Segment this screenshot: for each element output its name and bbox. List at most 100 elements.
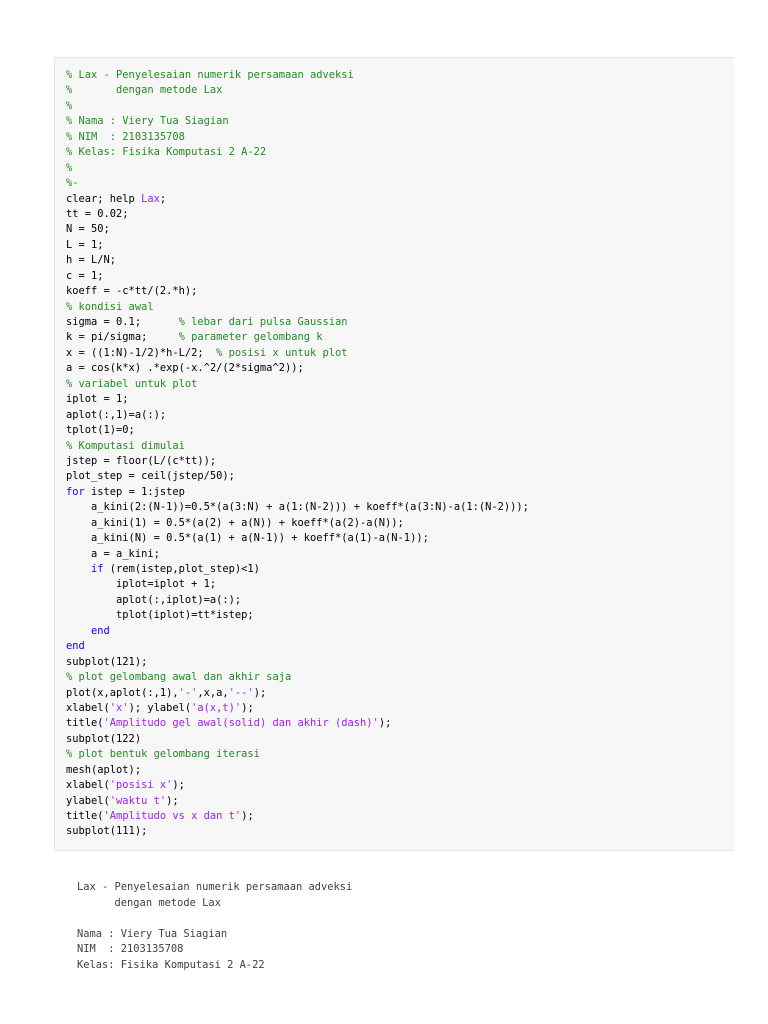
code-token-plain: subplot(122) [66,732,142,745]
code-token-string: 'Amplitudo vs x dan t' [103,810,242,822]
code-token-comment: % Lax - Penyelesaian numerik persamaan a… [66,69,354,81]
output-line: NIM : 2103135708 [77,943,184,955]
code-token-plain: subplot(121); [66,655,148,668]
code-line: tplot(1)=0; [66,423,734,438]
code-token-comment: % NIM : 2103135708 [66,130,185,143]
code-token-plain: koeff = -c*tt/(2.*h); [66,285,198,298]
code-line: a_kini(2:(N-1))=0.5*(a(3:N) + a(1:(N-2))… [66,500,734,515]
code-line: end [66,624,734,639]
code-token-comment: % Kelas: Fisika Komputasi 2 A-22 [66,146,267,159]
code-token-comment: % dengan metode Lax [66,84,223,97]
code-token-plain: title( [66,717,104,730]
code-line: iplot=iplot + 1; [66,577,734,592]
code-line: x = ((1:N)-1/2)*h-L/2; % posisi x untuk … [66,346,734,361]
code-line: % variabel untuk plot [66,377,734,392]
code-line: a_kini(1) = 0.5*(a(2) + a(N)) + koeff*(a… [66,516,734,531]
code-token-comment: % [66,99,73,112]
code-token-plain: ); [241,701,254,714]
code-token-comment: % variabel untuk plot [66,377,198,390]
output-line: Kelas: Fisika Komputasi 2 A-22 [77,958,265,971]
code-line: subplot(121); [66,655,734,670]
output-line: Lax - Penyelesaian numerik persamaan adv… [77,881,353,893]
code-line: % Komputasi dimulai [66,439,734,454]
code-line: ylabel('waktu t'); [66,794,734,809]
code-token-comment: % Komputasi dimulai [66,439,185,452]
code-line: plot_step = ceil(jstep/50); [66,469,734,484]
code-line: sigma = 0.1; % lebar dari pulsa Gaussian [66,315,734,330]
code-token-comment: % kondisi awal [66,300,154,313]
code-line: tplot(iplot)=tt*istep; [66,608,734,623]
code-token-plain: subplot(111); [66,825,148,838]
code-token-plain: clear; help [66,192,142,205]
code-token-plain: tt = 0.02; [66,207,129,220]
code-line: % dengan metode Lax [66,83,734,98]
code-token-plain: iplot = 1; [66,393,129,406]
code-line: % [66,161,734,176]
code-line: N = 50; [66,222,734,237]
code-token-plain: a_kini(N) = 0.5*(a(1) + a(N-1)) + koeff*… [66,532,429,545]
code-line: aplot(:,iplot)=a(:); [66,593,734,608]
code-token-plain: jstep = floor(L/(c*tt)); [66,454,217,467]
code-token-comment: % plot gelombang awal dan akhir saja [66,671,292,684]
code-token-plain: ,x,a, [197,686,229,699]
code-token-plain: N = 50; [66,223,110,236]
code-token-comment: % lebar dari pulsa Gaussian [178,316,348,328]
code-token-comment: % Nama : Viery Tua Siagian [66,115,229,128]
code-line: mesh(aplot); [66,763,734,778]
code-line: plot(x,aplot(:,1),'-',x,a,'--'); [66,686,734,701]
code-token-plain: tplot(iplot)=tt*istep; [66,609,254,622]
code-token-string: 'Amplitudo gel awal(solid) dan akhir (da… [103,717,379,730]
code-token-string: 'x' [109,701,129,714]
code-token-keyword: end [91,624,110,637]
code-line: % Kelas: Fisika Komputasi 2 A-22 [66,145,734,160]
code-token-plain: (rem(istep,plot_step)<1) [103,563,260,575]
code-token-plain: ); [378,717,392,730]
code-token-plain: title( [66,810,104,822]
code-line: a_kini(N) = 0.5*(a(1) + a(N-1)) + koeff*… [66,531,734,546]
code-token-plain: xlabel( [66,779,110,792]
code-token-comment: % parameter gelombang k [178,331,323,344]
code-line: aplot(:,1)=a(:); [66,408,734,423]
code-token-plain: tplot(1)=0; [66,424,135,437]
code-token-string: 'posisi x' [109,779,173,792]
code-token-plain: iplot=iplot + 1; [66,578,217,591]
code-token-plain: a = cos(k*x) .*exp(-x.^2/(2*sigma^2)); [66,362,304,375]
code-line: % kondisi awal [66,300,734,315]
code-token-comment: % [66,161,73,174]
code-token-plain: ); ylabel( [128,701,192,714]
code-line: a = cos(k*x) .*exp(-x.^2/(2*sigma^2)); [66,361,734,376]
command-output: Lax - Penyelesaian numerik persamaan adv… [77,880,727,973]
code-line: c = 1; [66,269,734,284]
code-token-plain: x = ((1:N)-1/2)*h-L/2; [66,346,217,359]
code-token-keyword: for [66,485,85,498]
code-line: % plot gelombang awal dan akhir saja [66,670,734,685]
code-line: L = 1; [66,238,734,253]
code-token-string: '--' [228,686,254,699]
code-listing: % Lax - Penyelesaian numerik persamaan a… [54,57,734,851]
code-line: % [66,99,734,114]
code-line: k = pi/sigma; % parameter gelombang k [66,330,734,345]
code-token-plain: istep = 1:jstep [84,485,185,498]
code-line: iplot = 1; [66,392,734,407]
code-line: xlabel('posisi x'); [66,778,734,793]
code-line: title('Amplitudo vs x dan t'); [66,809,734,824]
code-line: clear; help Lax; [66,192,734,207]
code-line: subplot(111); [66,824,734,839]
code-line: tt = 0.02; [66,207,734,222]
code-line: for istep = 1:jstep [66,485,734,500]
code-token-plain: ); [166,794,179,807]
code-token-string: 'waktu t' [109,794,167,807]
code-token-plain: xlabel( [66,701,110,714]
code-token-plain: plot_step = ceil(jstep/50); [66,470,235,483]
code-line: % NIM : 2103135708 [66,130,734,145]
code-line: % Lax - Penyelesaian numerik persamaan a… [66,68,734,83]
output-line: dengan metode Lax [77,896,221,909]
code-token-plain: a_kini(2:(N-1))=0.5*(a(3:N) + a(1:(N-2))… [66,501,529,514]
code-token-plain: L = 1; [66,238,104,251]
code-token-plain: a = a_kini; [66,547,160,560]
code-line: koeff = -c*tt/(2.*h); [66,284,734,299]
code-token-plain: ; [159,192,167,205]
